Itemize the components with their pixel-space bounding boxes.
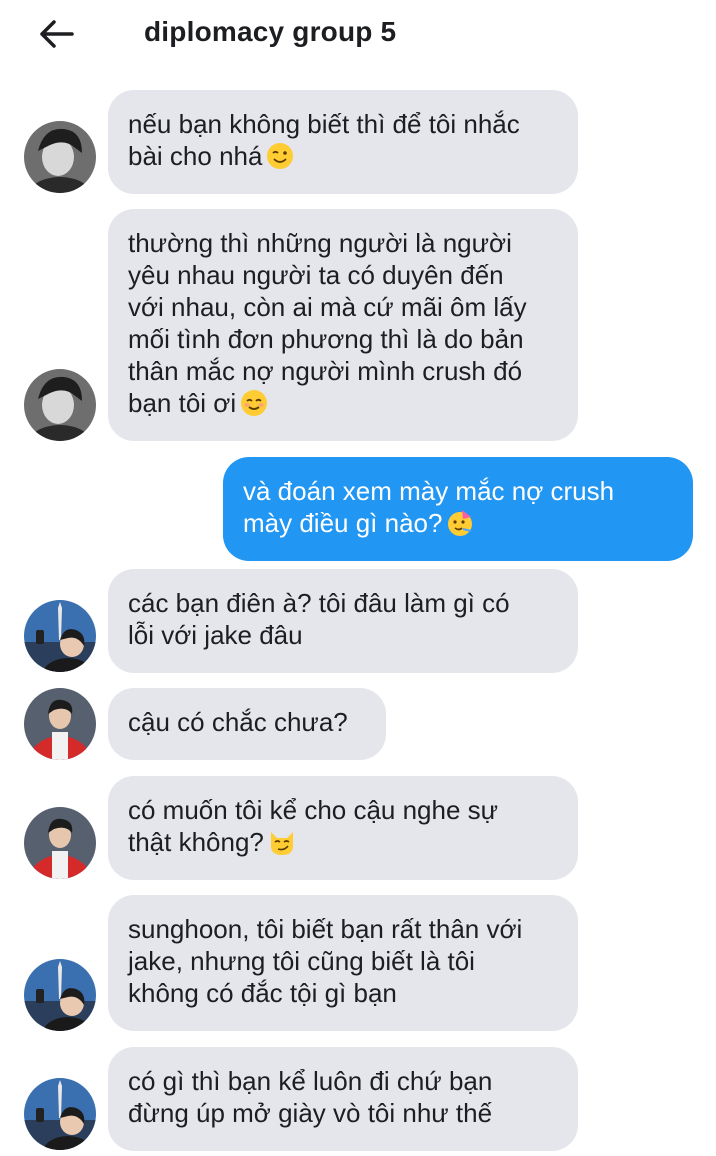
message-bubble[interactable]: cậu có chắc chưa? [108, 688, 386, 760]
message-text: thường thì những người là người yêu nhau… [128, 228, 527, 418]
smiling-face-icon [241, 390, 268, 416]
avatar-selfie-tower[interactable] [24, 959, 96, 1031]
message-bubble[interactable]: sunghoon, tôi biết bạn rất thân với jake… [108, 895, 578, 1031]
message-bubble[interactable]: nếu bạn không biết thì để tôi nhắc bài c… [108, 90, 578, 194]
avatar-selfie-tower[interactable] [24, 600, 96, 672]
winking-face-icon [267, 143, 294, 169]
avatar-red-jacket-image [24, 807, 96, 879]
message-text: các bạn điên à? tôi đâu làm gì có lỗi vớ… [128, 588, 510, 650]
avatar-selfie-tower-image [24, 1078, 96, 1150]
avatar-dark-hair-image [24, 121, 96, 193]
avatar-selfie-tower-image [24, 959, 96, 1031]
message-bubble[interactable]: có gì thì bạn kể luôn đi chứ bạn đừng úp… [108, 1047, 578, 1151]
back-button[interactable] [36, 14, 76, 54]
partying-face-icon [448, 510, 473, 536]
message-bubble[interactable]: các bạn điên à? tôi đâu làm gì có lỗi vớ… [108, 569, 578, 673]
message-text: có gì thì bạn kể luôn đi chứ bạn đừng úp… [128, 1066, 493, 1128]
avatar-red-jacket[interactable] [24, 688, 96, 760]
avatar-dark-hair-image [24, 369, 96, 441]
chat-header: diplomacy group 5 [0, 0, 716, 72]
avatar-selfie-tower[interactable] [24, 1078, 96, 1150]
arrow-left-icon [40, 20, 74, 48]
message-text: cậu có chắc chưa? [128, 707, 348, 737]
message-text: nếu bạn không biết thì để tôi nhắc bài c… [128, 109, 520, 171]
message-bubble[interactable]: có muốn tôi kể cho cậu nghe sự thật khôn… [108, 776, 578, 880]
smirking-cat-icon [270, 832, 293, 855]
chat-title: diplomacy group 5 [144, 16, 397, 47]
avatar-dark-hair[interactable] [24, 121, 96, 193]
avatar-selfie-tower-image [24, 600, 96, 672]
avatar-red-jacket-image [24, 688, 96, 760]
avatar-dark-hair[interactable] [24, 369, 96, 441]
message-bubble-outgoing[interactable]: và đoán xem mày mắc nợ crush mày điều gì… [223, 457, 693, 561]
message-text: và đoán xem mày mắc nợ crush mày điều gì… [243, 476, 615, 538]
avatar-red-jacket[interactable] [24, 807, 96, 879]
message-text: có muốn tôi kể cho cậu nghe sự thật khôn… [128, 795, 499, 857]
message-bubble[interactable]: thường thì những người là người yêu nhau… [108, 209, 578, 441]
message-text: sunghoon, tôi biết bạn rất thân với jake… [128, 914, 523, 1008]
